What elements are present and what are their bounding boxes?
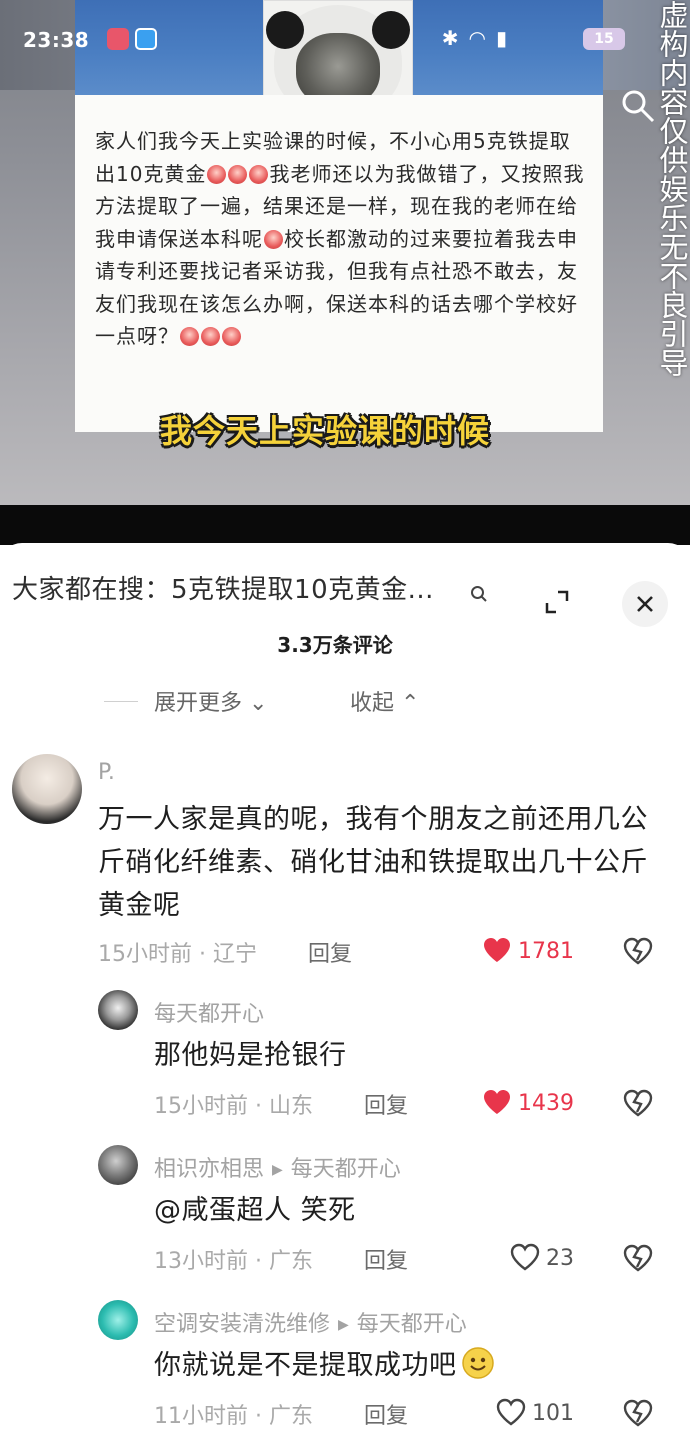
dislike-icon[interactable]	[622, 936, 654, 966]
bluetooth-icon: ✱	[441, 26, 469, 50]
comment-text: 那他妈是抢银行	[154, 1040, 347, 1071]
like-count: 1439	[518, 1091, 574, 1116]
emoji-icon	[180, 327, 199, 346]
heart-icon	[496, 1398, 526, 1426]
dislike-icon[interactable]	[622, 1088, 654, 1118]
app-notification-icon	[135, 28, 157, 50]
comment-text: 万一人家是真的呢，我有个朋友之前还用几公斤硝化纤维素、硝化甘油和铁提取出几十公斤…	[98, 804, 648, 921]
emoji-icon	[264, 229, 283, 249]
heart-icon	[484, 938, 510, 962]
disclaimer-text: 虚构内容仅供娱乐无不良引导	[655, 0, 689, 377]
dislike-icon[interactable]	[622, 1243, 654, 1273]
reply-button[interactable]: 回复	[308, 936, 352, 968]
emoji-icon	[201, 327, 220, 346]
post-text: 家人们我今天上实验课的时候，不小心用5克铁提取出10克黄金 我老师还以为我做错了，…	[95, 129, 585, 348]
like-count: 23	[546, 1246, 574, 1271]
avatar[interactable]	[98, 990, 138, 1030]
related-search[interactable]: 大家都在搜：5克铁提取10克黄金...	[0, 563, 690, 627]
comment-meta: 15小时前 · 山东	[154, 1094, 313, 1119]
avatar[interactable]	[98, 1300, 138, 1340]
comment-username[interactable]: P.	[98, 760, 115, 785]
video-caption: 我今天上实验课的时候	[160, 412, 491, 450]
comment-username[interactable]: 每天都开心	[154, 996, 264, 1028]
wifi-icon: ◠	[468, 26, 496, 50]
like-button[interactable]: 1439	[482, 1088, 574, 1116]
comment-meta: 13小时前 · 广东	[154, 1249, 313, 1274]
heart-icon	[510, 1243, 540, 1271]
like-button[interactable]: 1781	[482, 936, 574, 964]
video-player[interactable]: 23:38 ✱◠▮ 15 家人们我今天上实验课的时候，不小心用5克铁提取出10克…	[0, 0, 690, 545]
reply-button[interactable]: 回复	[364, 1088, 408, 1120]
comment-meta: 15小时前 · 辽宁	[98, 942, 257, 967]
emoji-icon	[207, 164, 227, 184]
chevron-down-icon: ⌄	[249, 691, 268, 716]
avatar[interactable]	[12, 754, 82, 824]
post-card: 家人们我今天上实验课的时候，不小心用5克铁提取出10克黄金 我老师还以为我做错了，…	[75, 95, 603, 432]
like-button[interactable]: 101	[496, 1398, 574, 1426]
avatar[interactable]	[98, 1145, 138, 1185]
close-button[interactable]	[622, 581, 668, 627]
smile-emoji-icon	[461, 1347, 494, 1379]
comment-item: P. 万一人家是真的呢，我有个朋友之前还用几公斤硝化纤维素、硝化甘油和铁提取出几…	[0, 748, 690, 968]
related-search-text[interactable]: 大家都在搜：5克铁提取10克黄金...	[12, 569, 434, 606]
reply-arrow-icon: ▶	[272, 1162, 283, 1178]
comment-meta: 11小时前 · 广东	[154, 1404, 313, 1429]
like-count: 101	[532, 1401, 574, 1426]
like-count: 1781	[518, 939, 574, 964]
reply-arrow-icon: ▶	[338, 1317, 349, 1333]
divider	[104, 701, 138, 702]
expand-icon[interactable]	[544, 589, 570, 615]
expand-more-button[interactable]: 展开更多 ⌄	[154, 685, 267, 717]
app-notification-icon	[107, 28, 129, 50]
reply-button[interactable]: 回复	[364, 1398, 408, 1430]
collapse-button[interactable]: 收起 ⌃	[350, 685, 419, 717]
emoji-icon	[228, 164, 248, 184]
comment-username[interactable]: 相识亦相思 ▶ 每天都开心	[154, 1151, 401, 1183]
reply-button[interactable]: 回复	[364, 1243, 408, 1275]
signal-icon: ▮	[495, 26, 517, 50]
reply-item: 相识亦相思 ▶ 每天都开心 @咸蛋超人 笑死 13小时前 · 广东 回复 23	[0, 1143, 690, 1293]
heart-icon	[484, 1090, 510, 1114]
reply-item: 空调安装清洗维修 ▶ 每天都开心 你就说是不是提取成功吧 11小时前 · 广东 回复…	[0, 1298, 690, 1438]
comment-text: 你就说是不是提取成功吧	[154, 1344, 654, 1387]
chevron-up-icon: ⌃	[401, 691, 420, 716]
comment-count: 3.3万条评论	[277, 633, 393, 657]
close-icon	[637, 596, 653, 612]
emoji-icon	[249, 164, 269, 184]
battery-icon: 15	[583, 28, 625, 50]
like-button[interactable]: 23	[510, 1243, 574, 1271]
status-time: 23:38	[23, 28, 90, 52]
comment-text: @咸蛋超人 笑死	[154, 1195, 356, 1226]
status-icons: ✱◠▮	[442, 26, 517, 50]
reply-item: 每天都开心 那他妈是抢银行 15小时前 · 山东 回复 1439	[0, 988, 690, 1138]
fold-controls: 展开更多 ⌄ 收起 ⌃	[0, 683, 690, 719]
dislike-icon[interactable]	[622, 1398, 654, 1428]
comment-username[interactable]: 空调安装清洗维修 ▶ 每天都开心	[154, 1306, 467, 1338]
screenshot-in-video: 23:38 ✱◠▮ 15 家人们我今天上实验课的时候，不小心用5克铁提取出10克…	[23, 0, 625, 432]
comments-sheet: 大家都在搜：5克铁提取10克黄金... 3.3万条评论 展开更多 ⌄ 收起 ⌃ …	[0, 543, 690, 1436]
search-icon[interactable]	[470, 585, 488, 603]
emoji-icon	[222, 327, 241, 346]
